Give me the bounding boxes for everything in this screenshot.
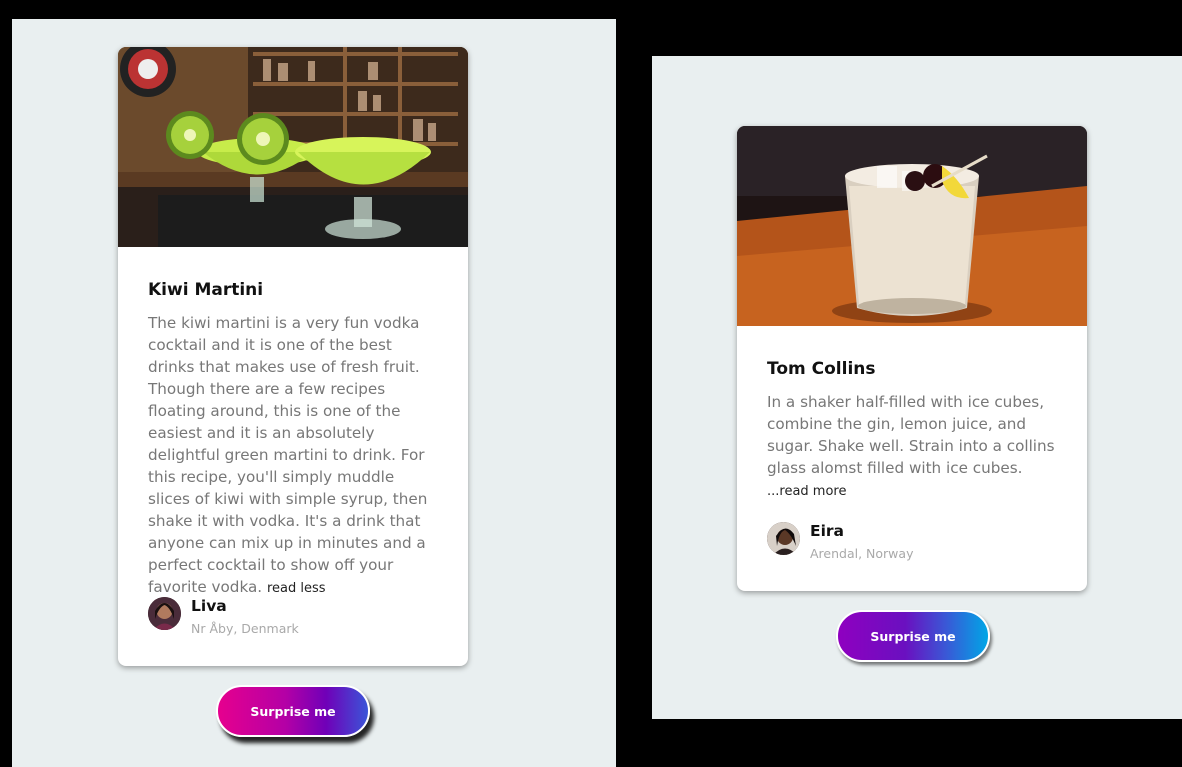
recipe-description-text: The kiwi martini is a very fun vodka coc… [148, 314, 428, 596]
tom-collins-photo [737, 126, 1087, 326]
recipe-card-kiwi-martini: Kiwi Martini The kiwi martini is a very … [118, 47, 468, 666]
author-name: Eira [810, 522, 845, 540]
author-location: Nr Åby, Denmark [191, 621, 299, 636]
left-panel: Kiwi Martini The kiwi martini is a very … [12, 19, 616, 767]
recipe-description: The kiwi martini is a very fun vodka coc… [148, 312, 440, 600]
recipe-title: Tom Collins [767, 359, 876, 379]
recipe-description: In a shaker half-filled with ice cubes, … [767, 391, 1059, 503]
avatar [767, 522, 800, 555]
author-name: Liva [191, 597, 227, 615]
read-more-link[interactable]: ...read more [767, 484, 846, 499]
author-location: Arendal, Norway [810, 546, 914, 561]
author: Liva Nr Åby, Denmark [148, 597, 448, 637]
avatar [148, 597, 181, 630]
recipe-card-tom-collins: Tom Collins In a shaker half-filled with… [737, 126, 1087, 591]
recipe-title: Kiwi Martini [148, 280, 264, 300]
kiwi-martini-photo [118, 47, 468, 247]
surprise-me-button[interactable]: Surprise me [836, 610, 990, 662]
right-panel: Tom Collins In a shaker half-filled with… [652, 56, 1182, 719]
recipe-description-text: In a shaker half-filled with ice cubes, … [767, 393, 1055, 477]
read-less-link[interactable]: read less [267, 581, 326, 596]
surprise-me-button[interactable]: Surprise me [216, 685, 370, 737]
author: Eira Arendal, Norway [767, 522, 1067, 562]
